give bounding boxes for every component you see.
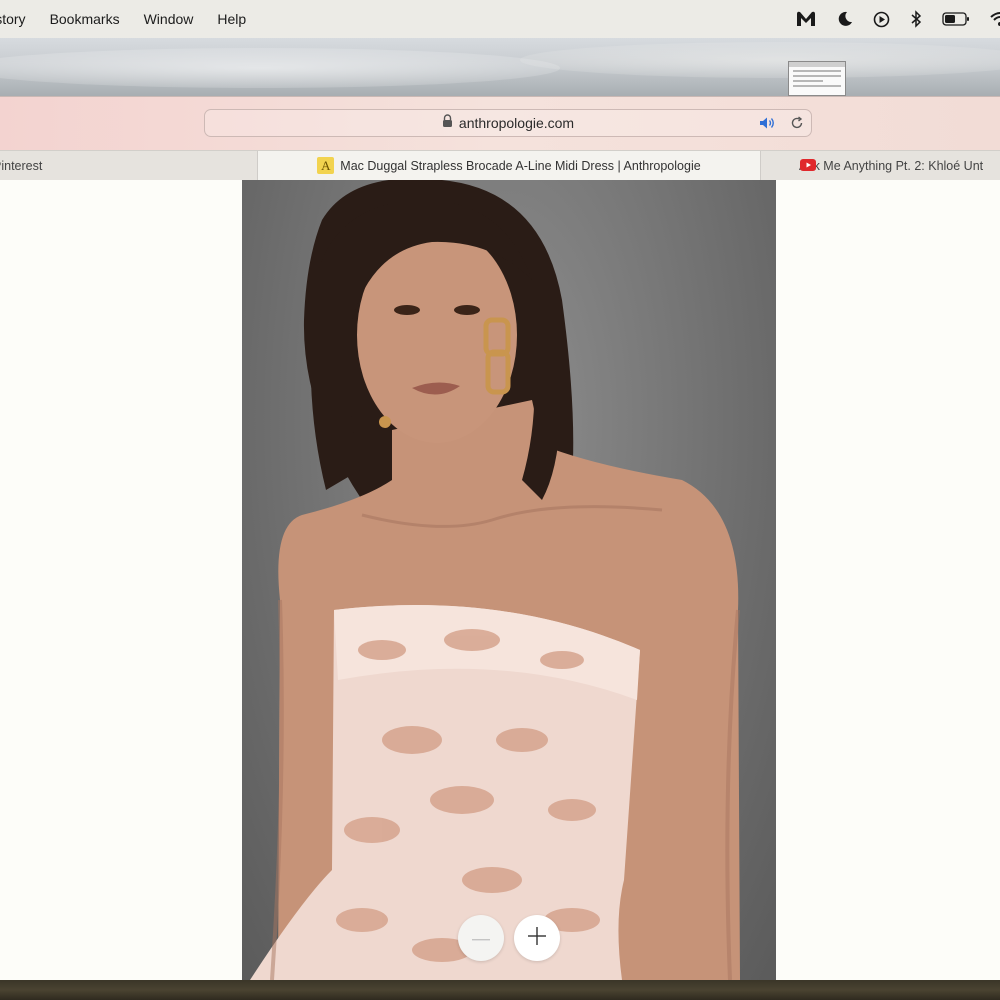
- tab-youtube[interactable]: Ask Me Anything Pt. 2: Khloé Unt: [760, 151, 1000, 180]
- desktop-wallpaper: [0, 38, 1000, 96]
- browser-toolbar: anthropologie.com: [0, 96, 1000, 151]
- page-content: [0, 180, 1000, 980]
- tab-label: Mac Duggal Strapless Brocade A-Line Midi…: [340, 158, 701, 173]
- lock-icon: [442, 113, 453, 133]
- status-area: [795, 0, 1000, 38]
- reload-icon[interactable]: [790, 116, 804, 135]
- zoom-out-icon: [472, 929, 490, 947]
- moon-icon[interactable]: [837, 11, 853, 27]
- menu-history[interactable]: History: [0, 11, 26, 27]
- menu-bar-items: History Bookmarks Window Help: [0, 0, 270, 38]
- anthropologie-favicon: A: [317, 157, 335, 174]
- bluetooth-icon[interactable]: [910, 10, 922, 28]
- malwarebytes-icon[interactable]: [795, 10, 817, 28]
- menu-help[interactable]: Help: [217, 11, 246, 27]
- battery-icon[interactable]: [942, 12, 970, 26]
- menu-window[interactable]: Window: [144, 11, 194, 27]
- address-bar[interactable]: anthropologie.com: [204, 109, 812, 137]
- zoom-out-button[interactable]: [458, 915, 504, 961]
- tab-label: Ask Me Anything Pt. 2: Khloé Unt: [799, 158, 984, 173]
- tab-label: Pinterest: [0, 158, 43, 173]
- product-image[interactable]: [242, 180, 776, 980]
- wifi-icon[interactable]: [990, 11, 1000, 27]
- tab-bar: Pinterest A Mac Duggal Strapless Brocade…: [0, 150, 1000, 181]
- model-photo: [250, 180, 740, 980]
- menu-bar: History Bookmarks Window Help: [0, 0, 1000, 38]
- zoom-in-button[interactable]: [514, 915, 560, 961]
- background-window-thumbnail[interactable]: [788, 61, 846, 96]
- youtube-icon: [800, 158, 816, 176]
- zoom-in-icon: [528, 926, 546, 950]
- url-text[interactable]: anthropologie.com: [459, 115, 574, 131]
- menu-bookmarks[interactable]: Bookmarks: [50, 11, 120, 27]
- tab-pinterest[interactable]: Pinterest: [0, 151, 258, 180]
- desktop-wallpaper-bottom: [0, 980, 1000, 1000]
- speaker-icon[interactable]: [759, 116, 777, 135]
- play-circle-icon[interactable]: [873, 11, 890, 28]
- tab-active-anthropologie[interactable]: A Mac Duggal Strapless Brocade A-Line Mi…: [258, 151, 760, 180]
